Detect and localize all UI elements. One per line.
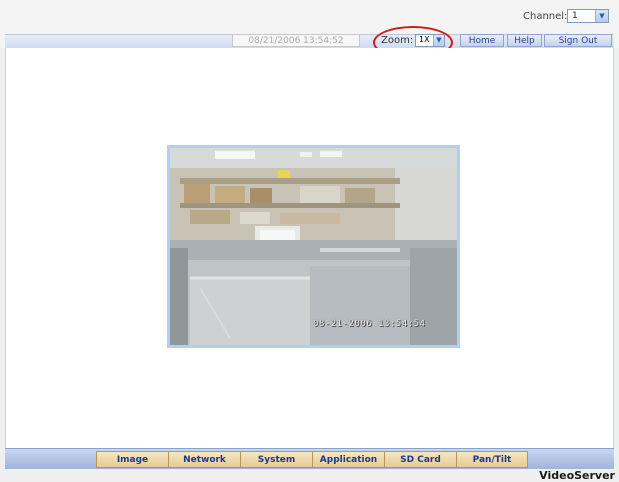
- home-button[interactable]: Home: [460, 34, 504, 47]
- tab-application[interactable]: Application: [312, 451, 384, 468]
- tab-image[interactable]: Image: [96, 451, 168, 468]
- video-timestamp-overlay: 08-21-2006 13:54:54: [313, 319, 426, 329]
- chevron-down-icon[interactable]: ▼: [595, 10, 608, 22]
- live-video-view: [167, 145, 460, 348]
- channel-select[interactable]: 1 ▼: [567, 9, 609, 23]
- channel-label: Channel:: [523, 11, 568, 22]
- help-button[interactable]: Help: [507, 34, 542, 47]
- zoom-value: 1X: [419, 35, 430, 44]
- channel-value: 1: [572, 11, 578, 21]
- settings-tab-bar: Image Network System Application SD Card…: [96, 451, 528, 468]
- tab-sd-card[interactable]: SD Card: [384, 451, 456, 468]
- zoom-label: Zoom:: [381, 35, 414, 46]
- camera-image: [170, 148, 457, 345]
- zoom-select[interactable]: 1X ▼: [415, 34, 445, 47]
- sign-out-button[interactable]: Sign Out: [544, 34, 612, 47]
- tab-system[interactable]: System: [240, 451, 312, 468]
- datetime-display: 08/21/2006 13:54:52: [232, 34, 360, 47]
- tab-network[interactable]: Network: [168, 451, 240, 468]
- chevron-down-icon[interactable]: ▼: [433, 35, 444, 46]
- video-server-window: Channel: 1 ▼ 08/21/2006 13:54:52 Zoom: 1…: [0, 0, 619, 482]
- tab-pan-tilt[interactable]: Pan/Tilt: [456, 451, 528, 468]
- brand-label: VideoServer: [539, 469, 615, 482]
